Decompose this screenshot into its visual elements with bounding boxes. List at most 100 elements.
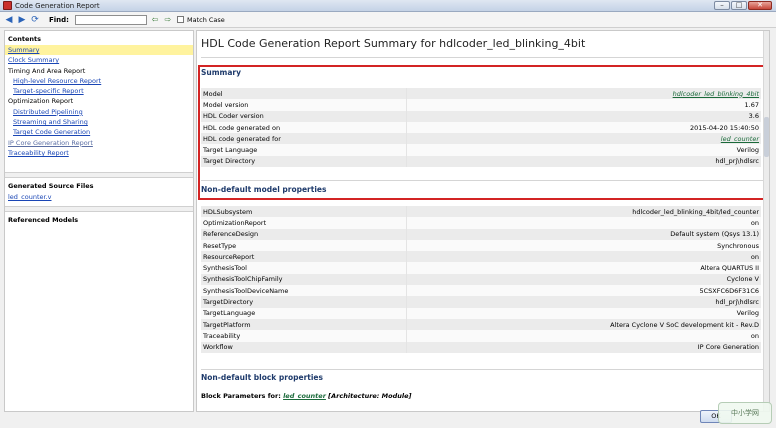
property-value: 2015-04-20 15:40:50 (406, 121, 761, 134)
table-row: TargetLanguage Verilog (201, 307, 761, 319)
find-label: Find: (49, 15, 69, 24)
property-value: Altera Cyclone V SoC development kit - R… (406, 318, 761, 331)
window-controls: – □ ✕ (714, 1, 772, 10)
watermark-logo: 中小学网 (718, 402, 772, 424)
property-value: Cyclone V (406, 273, 761, 286)
property-name: ResourceReport (201, 251, 407, 263)
property-value: IP Core Generation (406, 341, 761, 353)
referenced-models-heading: Referenced Models (8, 215, 79, 224)
toc-list: Summary Clock Summary Timing And Area Repo… (5, 45, 193, 158)
property-name: SynthesisToolDeviceName (201, 285, 407, 297)
property-name: Model version (201, 99, 407, 111)
toc-item[interactable]: Clock Summary (5, 55, 193, 65)
model-properties-table: HDLSubsystem hdlcoder_led_blinking_4bit/l… (201, 206, 761, 353)
property-value: on (406, 251, 761, 263)
property-value: hdl_prj\hdlsrc (406, 155, 761, 168)
toc-item[interactable]: Traceability Report (5, 148, 193, 158)
summary-table: Model hdlcoder_led_blinking_4bit Model ver… (201, 88, 761, 168)
refresh-icon[interactable]: ⟳ (30, 15, 40, 25)
property-value: on (406, 217, 761, 229)
property-name: TargetLanguage (201, 307, 407, 319)
toolbar: ◀ ▶ ⟳ Find: ⇦ ⇨ Match Case (0, 12, 776, 28)
property-name: Model (201, 88, 407, 100)
property-name: TargetDirectory (201, 296, 407, 308)
toc-item[interactable]: Summary (5, 45, 193, 56)
title-divider (201, 57, 765, 58)
section-divider (201, 180, 765, 181)
title-bar: Code Generation Report – □ ✕ (0, 0, 776, 12)
table-row: ReferenceDesign Default system (Qsys 13.1… (201, 228, 761, 240)
scroll-thumb[interactable] (764, 117, 769, 157)
property-value: Altera QUARTUS II (406, 262, 761, 274)
block-architecture: [Architecture: Module] (328, 392, 412, 400)
table-row: HDL Coder version 3.6 (201, 110, 761, 122)
toc-item[interactable]: IP Core Generation Report (5, 138, 193, 148)
find-next-icon[interactable]: ⇨ (163, 15, 173, 25)
table-row: HDL code generated on 2015-04-20 15:40:50 (201, 121, 761, 134)
find-previous-icon[interactable]: ⇦ (150, 15, 160, 25)
toc-item[interactable]: Target-specific Report (5, 86, 193, 96)
minimize-button[interactable]: – (714, 1, 730, 10)
property-name: Target Language (201, 144, 407, 156)
property-name: Target Directory (201, 155, 407, 168)
property-value: 1.67 (406, 99, 761, 111)
property-value: 3.6 (406, 110, 761, 122)
generated-files-heading: Generated Source Files (8, 182, 94, 191)
block-parameters-link[interactable]: led_counter (283, 392, 326, 400)
property-value-link[interactable]: hdlcoder_led_blinking_4bit (673, 90, 759, 98)
block-parameters-line: Block Parameters for: led_counter [Archi… (201, 392, 412, 400)
toc-item: Timing And Area Report (8, 66, 86, 75)
table-row: HDLSubsystem hdlcoder_led_blinking_4bit/l… (201, 206, 761, 218)
toc-item[interactable]: High-level Resource Report (5, 76, 193, 86)
property-name: SynthesisToolChipFamily (201, 273, 407, 286)
match-case-label: Match Case (186, 15, 225, 24)
app-icon (3, 1, 12, 10)
maximize-button[interactable]: □ (731, 1, 747, 10)
model-properties-heading: Non-default model properties (201, 185, 327, 194)
table-row: Traceability on (201, 330, 761, 342)
property-name: TargetPlatform (201, 318, 407, 331)
property-value: led_counter (406, 133, 761, 145)
property-value: hdlcoder_led_blinking_4bit/led_counter (406, 206, 761, 218)
vertical-scrollbar[interactable] (763, 31, 769, 411)
forward-icon[interactable]: ▶ (17, 15, 27, 25)
property-name: Traceability (201, 330, 407, 342)
property-value: Synchronous (406, 239, 761, 252)
match-case-checkbox[interactable] (176, 16, 184, 23)
window-title: Code Generation Report (15, 1, 100, 10)
table-row: TargetPlatform Altera Cyclone V SoC devel… (201, 318, 761, 331)
table-row: Target Language Verilog (201, 144, 761, 156)
property-name: Workflow (201, 341, 407, 353)
table-row: HDL code generated for led_counter (201, 133, 761, 145)
toc-item[interactable]: Distributed Pipelining (5, 107, 193, 117)
toc-item[interactable]: Streaming and Sharing (5, 117, 193, 127)
table-row: SynthesisToolDeviceName 5CSXFC6D6F31C6 (201, 285, 761, 297)
table-row: SynthesisTool Altera QUARTUS II (201, 262, 761, 274)
toc-item: Optimization Report (8, 97, 74, 106)
property-name: HDL Coder version (201, 110, 407, 122)
close-button[interactable]: ✕ (748, 1, 772, 10)
property-value: Verilog (406, 144, 761, 156)
report-pane: HDL Code Generation Report Summary for h… (196, 30, 770, 412)
property-value: Verilog (406, 307, 761, 319)
property-name: HDL code generated for (201, 133, 407, 145)
property-value: hdlcoder_led_blinking_4bit (406, 88, 761, 100)
page-title: HDL Code Generation Report Summary for h… (201, 37, 586, 50)
property-value: on (406, 330, 761, 342)
table-row: Model version 1.67 (201, 99, 761, 111)
table-row: ResetType Synchronous (201, 239, 761, 252)
table-row: Target Directory hdl_prj\hdlsrc (201, 155, 761, 168)
find-input[interactable] (74, 14, 147, 25)
generated-file-link[interactable]: led_counter.v (5, 192, 193, 202)
table-row: Model hdlcoder_led_blinking_4bit (201, 88, 761, 100)
property-value-link[interactable]: led_counter (721, 135, 759, 143)
property-value: hdl_prj\hdlsrc (406, 296, 761, 308)
property-name: ResetType (201, 239, 407, 252)
property-name: ReferenceDesign (201, 228, 407, 240)
summary-heading: Summary (201, 68, 242, 77)
table-row: SynthesisToolChipFamily Cyclone V (201, 273, 761, 286)
toc-item[interactable]: Target Code Generation (5, 127, 193, 137)
back-icon[interactable]: ◀ (4, 15, 14, 25)
property-value: 5CSXFC6D6F31C6 (406, 285, 761, 297)
property-name: HDLSubsystem (201, 206, 407, 218)
